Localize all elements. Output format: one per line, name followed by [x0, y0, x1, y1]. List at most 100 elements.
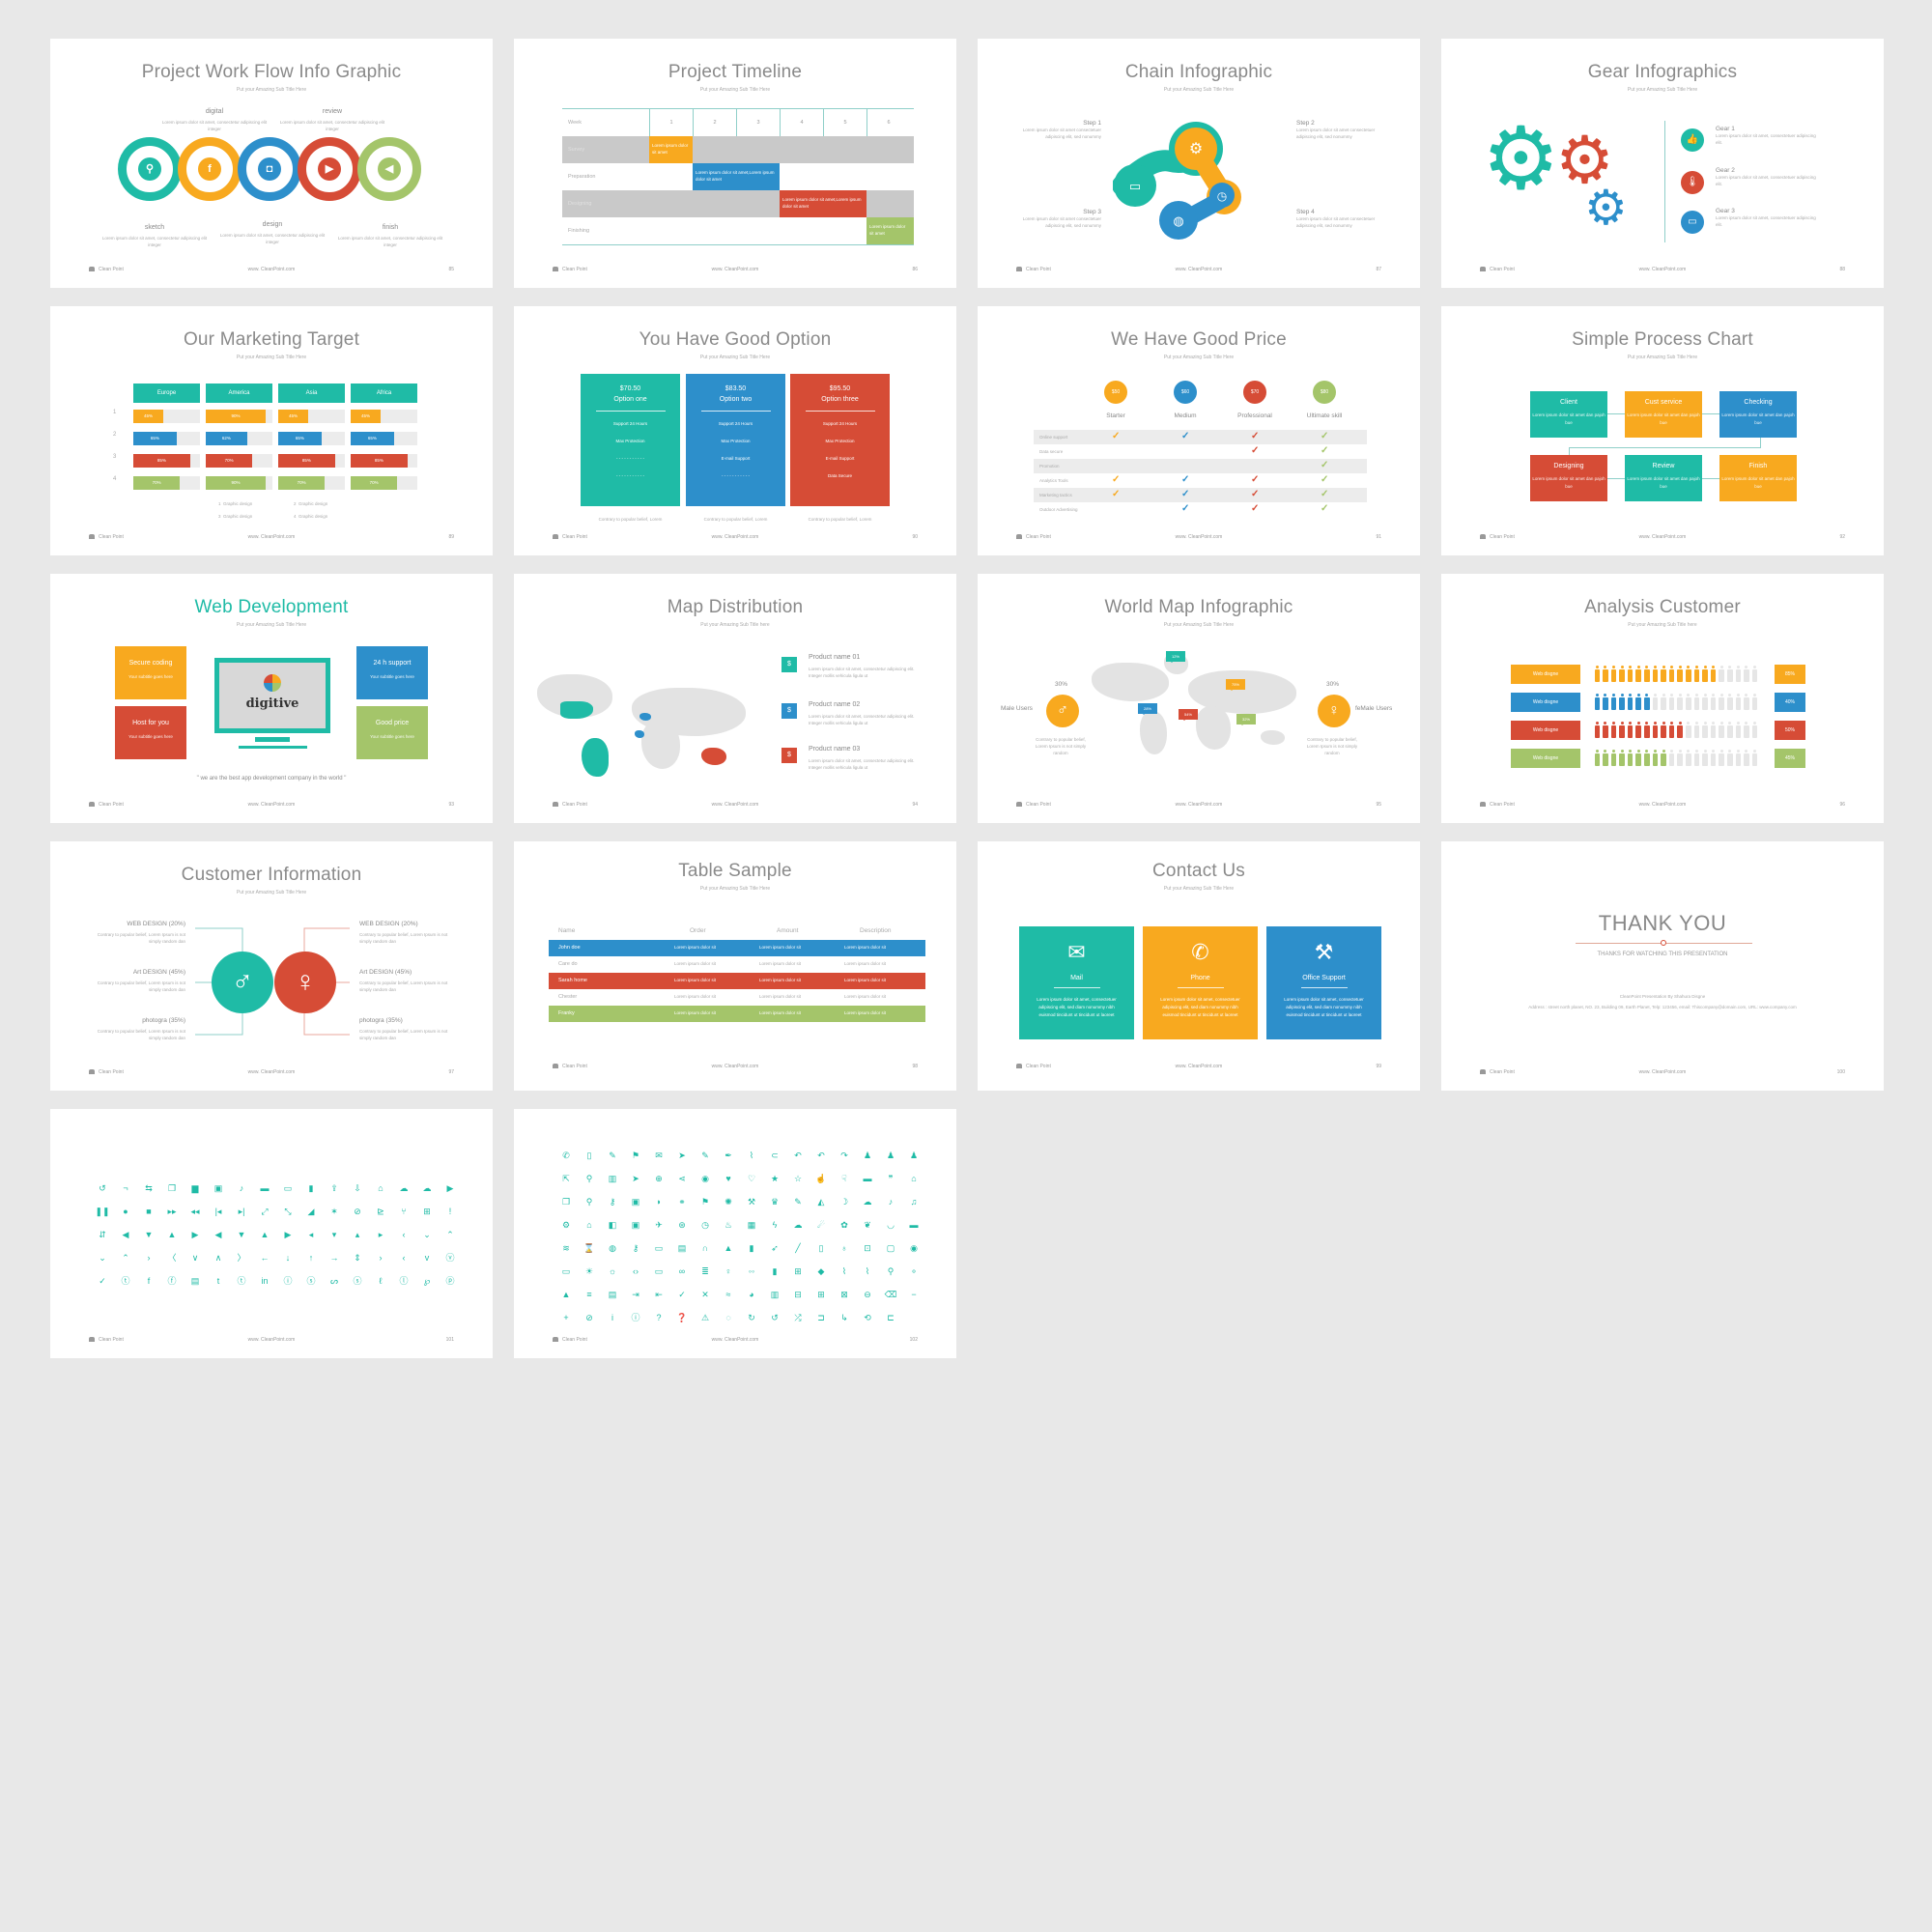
- slide-footer: Clean Point www. CleanPoint.com 90: [553, 534, 918, 542]
- row-percent: 45%: [1775, 749, 1805, 768]
- pricing-card[interactable]: $83.50 Option two Support 24 Hours Max Pro…: [686, 374, 785, 506]
- person-icon: [1744, 750, 1750, 767]
- glyph-icon: ☟: [841, 1174, 847, 1183]
- glyph-icon: ◢: [307, 1207, 315, 1216]
- contact-card-phone[interactable]: ✆ Phone Lorem ipsum dolor sit amet, consec…: [1143, 926, 1258, 1039]
- person-icon: [1744, 722, 1750, 739]
- people-bar: [1594, 722, 1760, 741]
- glyph-icon: ⚑: [631, 1151, 640, 1160]
- table-cell: Lorem ipsum dolor sit: [844, 978, 887, 982]
- slide-table[interactable]: Table Sample Put your Amazing Sub Title …: [514, 841, 956, 1091]
- quote: " we are the best app development compan…: [196, 776, 347, 781]
- male-icon: ♂: [212, 952, 273, 1013]
- process-box[interactable]: Client Lorem ipsum dolor sit amet dan paj…: [1530, 391, 1607, 438]
- person-icon: [1603, 694, 1609, 711]
- glyph-icon: ✓: [99, 1276, 106, 1286]
- person-icon: [1610, 750, 1617, 767]
- glyph-icon: ⤢: [261, 1207, 269, 1216]
- check-icon: ✓: [1251, 445, 1260, 456]
- slide-options[interactable]: You Have Good Option Put your Amazing Su…: [514, 306, 956, 555]
- progress-fill: 70%: [351, 476, 398, 490]
- glyph-icon: ⌇: [841, 1266, 847, 1276]
- slide-contact[interactable]: Contact Us Put your Amazing Sub Title He…: [978, 841, 1420, 1091]
- slide-icons-1[interactable]: ↺ ¬ ⇆ ❐ ▆ ▣ ♪ ▬ ▭ ▮ ⇪ ⇩ ⌂ ☁ ☁ ▶ ❚❚ ● ■ ▸▸ ◂◂ |◂ ▸| ⤢ ⤡ ◢ ✶ ⊘ ⊵ ⑂ ⊞! ⇵ ◀ ▼…: [50, 1109, 493, 1358]
- glyph-icon: ▶: [284, 1230, 292, 1239]
- slide-mapdist[interactable]: Map Distribution Put your Amazing Sub Ti…: [514, 574, 956, 823]
- glyph-icon: ♀: [724, 1266, 732, 1276]
- slide-worldmap[interactable]: World Map Infographic Put your Amazing S…: [978, 574, 1420, 823]
- person-icon: [1726, 750, 1734, 767]
- map-africa: [641, 721, 680, 769]
- step-label-review: review: [322, 108, 343, 115]
- monitor-icon: ▭: [1681, 211, 1704, 234]
- glyph-icon: ⊖: [864, 1290, 871, 1299]
- glyph-icon: ☁: [399, 1183, 409, 1193]
- slide-thanks[interactable]: THANK YOU THANKS FOR WATCHING THIS PRESE…: [1441, 841, 1884, 1091]
- monitor-base: [239, 746, 307, 749]
- slide-footer: Clean Point www. CleanPoint.com 97: [89, 1069, 454, 1077]
- feature-box[interactable]: Secure coding Your subtitle goes here: [115, 646, 186, 699]
- progress-fill: 85%: [278, 454, 335, 468]
- process-box[interactable]: Review Lorem ipsum dolor sit amet dan paj…: [1625, 455, 1702, 501]
- glyph-icon: ▣: [631, 1220, 640, 1230]
- slide-workflow[interactable]: Project Work Flow Info Graphic Put your …: [50, 39, 493, 288]
- process-box[interactable]: Cust service Lorem ipsum dolor sit amet d…: [1625, 391, 1702, 438]
- feature-box[interactable]: Host for you Your subtitle goes here: [115, 706, 186, 759]
- table-row[interactable]: Chester Lorem ipsum dolor sit Lorem ipsum …: [549, 989, 925, 1006]
- table-row[interactable]: Franky Lorem ipsum dolor sit Lorem ipsum d…: [549, 1006, 925, 1022]
- row-number: 3: [113, 454, 117, 460]
- process-box[interactable]: Checking Lorem ipsum dolor sit amet dan p…: [1719, 391, 1797, 438]
- slide-price[interactable]: We Have Good Price Put your Amazing Sub …: [978, 306, 1420, 555]
- slide-process[interactable]: Simple Process Chart Put your Amazing Su…: [1441, 306, 1884, 555]
- slide-marketing[interactable]: Our Marketing Target Put your Amazing Su…: [50, 306, 493, 555]
- check-icon: ✓: [1112, 474, 1121, 485]
- glyph-icon: ▤: [677, 1243, 687, 1253]
- thanks-address: Address : street north planet, NO. 23, B…: [1528, 1005, 1797, 1009]
- female-icon: ♀: [274, 952, 336, 1013]
- slide-chain[interactable]: Chain Infographic Put your Amazing Sub T…: [978, 39, 1420, 288]
- week-col: 6: [867, 109, 910, 136]
- feature-box[interactable]: 24 h support Your subtitle goes here: [356, 646, 428, 699]
- contact-card-mail[interactable]: ✉ Mail Lorem ipsum dolor sit amet, consect…: [1019, 926, 1134, 1039]
- progress-fill: 65%: [278, 432, 322, 445]
- glyph-icon: ⓘ: [631, 1313, 640, 1322]
- slide-gear[interactable]: Gear Infographics Put your Amazing Sub T…: [1441, 39, 1884, 288]
- slide-footer: Clean Point www. CleanPoint.com 88: [1480, 267, 1845, 274]
- slide-custinfo[interactable]: Customer Information Put your Amazing Su…: [50, 841, 493, 1091]
- slide-timeline[interactable]: Project Timeline Put your Amazing Sub Ti…: [514, 39, 956, 288]
- slide-footer: Clean Point www. CleanPoint.com 101: [89, 1337, 454, 1345]
- process-box[interactable]: Finish Lorem ipsum dolor sit amet dan paj…: [1719, 455, 1797, 501]
- product-desc: Lorem ipsum dolor sit amet, consectetur …: [809, 714, 915, 725]
- glyph-icon: ❞: [888, 1174, 894, 1183]
- process-box[interactable]: Designing Lorem ipsum dolor sit amet dan …: [1530, 455, 1607, 501]
- table-row[interactable]: John doe Lorem ipsum dolor sit Lorem ipsum…: [549, 940, 925, 956]
- table-row[interactable]: Sarah home Lorem ipsum dolor sit Lorem ips…: [549, 973, 925, 989]
- table-row[interactable]: Care do Lorem ipsum dolor sit Lorem ipsum …: [549, 956, 925, 973]
- person-icon: [1627, 750, 1634, 767]
- connector-lines: [195, 927, 350, 1036]
- slide-icons-2[interactable]: ✆ ▯ ✎ ⚑ ✉ ➤ ✎ ✒ ⌇ ⊂ ↶ ↶ ↷ ♟ ♟ ♟ ⇱ ⚲ ▥ ➤ ⊕ ⋖ ◉ ♥ ♡ ★ ☆ ☝ ☟ ▬ ❞ ⌂ ❐ ⚲ ⚷ ▣ ◗ ⚭ ⚑ ✺…: [514, 1109, 956, 1358]
- pricing-card[interactable]: $95.50 Option three Support 24 Hours Max P…: [790, 374, 890, 506]
- progress-fill: 62%: [206, 432, 247, 445]
- contact-card-support[interactable]: ⚒ Office Support Lorem ipsum dolor sit ame…: [1266, 926, 1381, 1039]
- info-desc: Contrary to popular belief, Lorem Ipsum …: [359, 980, 448, 992]
- slide-subtitle: Put your Amazing Sub Title Here: [236, 87, 307, 93]
- timeline-bar: Lorem ipsum dolor sit amet,Lorem ipsum d…: [693, 163, 780, 190]
- person-icon: [1751, 722, 1758, 739]
- pricing-card[interactable]: $70.50 Option one Support 24 Hours Max Pro…: [581, 374, 680, 506]
- glyph-icon: ⓣ: [121, 1276, 130, 1286]
- person-icon: [1744, 694, 1750, 711]
- week-col: 3: [736, 109, 780, 136]
- slide-webdev[interactable]: Web Development Put your Amazing Sub Tit…: [50, 574, 493, 823]
- glyph-icon: ▮: [749, 1243, 754, 1253]
- male-label: Male Users: [1001, 705, 1033, 712]
- glyph-icon: |◂: [214, 1207, 222, 1216]
- slide-analysis[interactable]: Analysis Customer Put your Amazing Sub T…: [1441, 574, 1884, 823]
- person-icon: [1686, 722, 1692, 739]
- progress-fill: 85%: [133, 454, 190, 468]
- row-percent: 50%: [1775, 721, 1805, 740]
- product-name: Product name 01: [809, 654, 861, 661]
- glyph-icon: ↷: [840, 1151, 848, 1160]
- glyph-icon: ∩: [701, 1243, 709, 1253]
- feature-box[interactable]: Good price Your subtitle goes here: [356, 706, 428, 759]
